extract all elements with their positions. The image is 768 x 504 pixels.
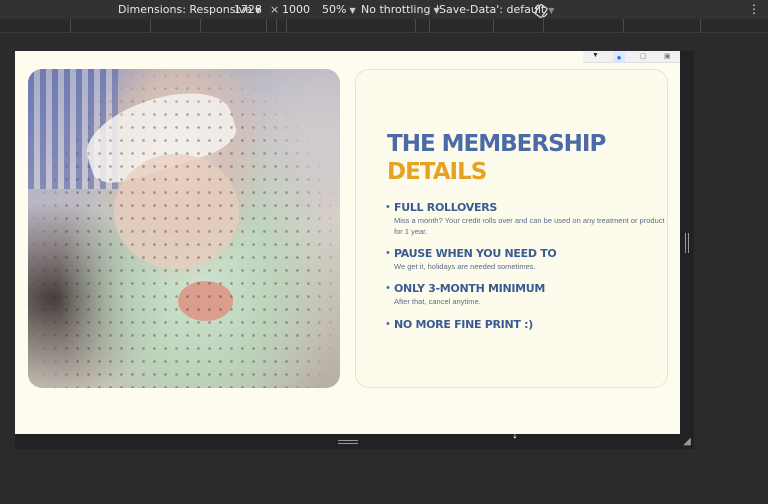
ruler-tick	[276, 19, 277, 33]
item-description: We get it, holidays are needed sometimes…	[394, 262, 536, 271]
list-item: • NO MORE FINE PRINT :)	[386, 318, 666, 331]
item-description: Miss a month? Your credit rolls over and…	[394, 216, 665, 236]
rotate-icon[interactable]	[533, 3, 549, 19]
list-item: • PAUSE WHEN YOU NEED TO We get it, holi…	[386, 247, 666, 272]
lock-icon[interactable]: ▢	[640, 52, 647, 60]
bottom-resize-bar[interactable]	[15, 434, 680, 449]
ruler-tick	[700, 19, 701, 33]
times-label: ×	[270, 3, 280, 16]
chevron-down-icon[interactable]: ▼	[592, 52, 599, 59]
bullet-icon: •	[386, 247, 390, 259]
list-item: • FULL ROLLOVERS Miss a month? Your cred…	[386, 201, 666, 237]
item-description: After that, cancel anytime.	[394, 297, 481, 306]
benefits-list: • FULL ROLLOVERS Miss a month? Your cred…	[386, 201, 666, 331]
zoom-label: 50%	[322, 3, 347, 16]
throttling-dropdown[interactable]: No throttling ▼	[361, 3, 440, 17]
ruler-tick	[266, 19, 267, 33]
right-resize-bar[interactable]	[680, 51, 694, 449]
throttling-label: No throttling	[361, 3, 431, 16]
ruler-tick	[200, 19, 201, 33]
device-toolbar: Dimensions: Responsive ▼ 1728 × 1000 50% ▼…	[0, 0, 768, 19]
media-query-ruler[interactable]	[0, 19, 768, 33]
width-input[interactable]: 1728	[234, 3, 262, 16]
image-icon[interactable]: ▣	[664, 52, 671, 60]
ruler-tick	[415, 19, 416, 33]
membership-title: THE MEMBERSHIP DETAILS	[387, 130, 606, 186]
chevron-down-icon: ▼	[349, 6, 356, 15]
item-heading: PAUSE WHEN YOU NEED TO	[394, 247, 557, 260]
ruler-tick	[543, 19, 544, 33]
bullet-icon: •	[386, 282, 390, 294]
bullet-icon: •	[386, 201, 390, 213]
eye-icon[interactable]: ●	[613, 52, 625, 63]
membership-card: THE MEMBERSHIP DETAILS • FULL ROLLOVERS …	[355, 69, 668, 388]
item-heading: NO MORE FINE PRINT :)	[394, 318, 533, 331]
baby-photo	[28, 69, 340, 388]
item-heading: FULL ROLLOVERS	[394, 201, 498, 214]
mesh-veil	[28, 69, 340, 388]
ruler-tick	[286, 19, 287, 33]
bullet-icon: •	[386, 318, 390, 330]
item-heading: ONLY 3-MONTH MINIMUM	[394, 282, 546, 295]
zoom-dropdown[interactable]: 50% ▼	[322, 3, 356, 17]
ruler-tick	[623, 19, 624, 33]
ruler-tick	[150, 19, 151, 33]
ruler-tick	[493, 19, 494, 33]
dimensions-label: Dimensions: Responsive	[118, 3, 252, 16]
title-line-2: DETAILS	[387, 159, 487, 185]
resize-handle-icon[interactable]	[338, 440, 358, 444]
list-item: • ONLY 3-MONTH MINIMUM After that, cance…	[386, 282, 666, 307]
title-line-1: THE MEMBERSHIP	[387, 131, 606, 157]
resize-handle-icon[interactable]	[685, 233, 689, 253]
height-input[interactable]: 1000	[282, 3, 310, 16]
page-viewport: ▼ ● ▢ ▣ THE MEMBERSHIP DETAILS • FULL RO…	[15, 51, 680, 434]
ruler-tick	[70, 19, 71, 33]
save-data-label: 'Save-Data': default	[436, 3, 546, 16]
chevron-down-icon: ▼	[548, 6, 555, 15]
more-options-icon[interactable]: ⋮	[748, 3, 760, 16]
resize-corner-icon[interactable]: ◢	[680, 434, 694, 449]
ruler-tick	[429, 19, 430, 33]
resize-cursor-icon: ↕	[512, 427, 518, 441]
floating-toolbar: ▼ ● ▢ ▣	[583, 51, 680, 63]
